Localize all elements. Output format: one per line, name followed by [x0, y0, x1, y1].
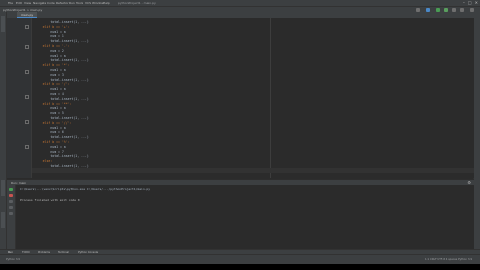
fold-marker-icon[interactable]: [25, 25, 29, 29]
print-icon[interactable]: [9, 206, 13, 209]
trash-icon[interactable]: [9, 212, 13, 215]
ide-window: File Edit View Navigate Code Refactor Ru…: [0, 0, 480, 264]
fold-marker-icon[interactable]: [25, 120, 29, 124]
stop-icon[interactable]: [9, 194, 13, 197]
fold-marker-icon[interactable]: [25, 70, 29, 74]
line-number-gutter: [7, 18, 32, 178]
right-tool-strip: [473, 12, 480, 254]
caret-line-highlight: [32, 168, 474, 173]
fold-marker-icon[interactable]: [25, 45, 29, 49]
fold-marker-icon[interactable]: [25, 95, 29, 99]
run-toolbar: [7, 185, 16, 249]
left-tool-strip: [0, 12, 7, 254]
scroll-to-end-icon[interactable]: [9, 200, 13, 203]
project-tool-tab[interactable]: [1, 16, 5, 32]
right-margin-guide: [270, 18, 271, 178]
code-line[interactable]: total.insert(1, ...): [35, 164, 88, 169]
fold-marker-icon[interactable]: [25, 145, 29, 149]
rerun-icon[interactable]: [9, 188, 13, 191]
status-bar: Python 3.9 1:1 CRLF UTF-8 4 spaces Pytho…: [0, 254, 480, 264]
favorites-tool-tab[interactable]: [1, 212, 5, 228]
console-output: Process finished with exit code 0: [20, 198, 80, 202]
code-editor[interactable]: total.insert(1, ...) elif b == '+': num1…: [32, 18, 474, 178]
structure-tool-tab[interactable]: [1, 180, 5, 196]
run-console[interactable]: C:\Users\...\venv\Scripts\python.exe C:/…: [16, 185, 474, 249]
console-command-line: C:\Users\...\venv\Scripts\python.exe C:/…: [20, 187, 151, 191]
status-right[interactable]: 1:1 CRLF UTF-8 4 spaces Python 3.9: [425, 257, 472, 262]
status-left: Python 3.9: [6, 258, 20, 261]
